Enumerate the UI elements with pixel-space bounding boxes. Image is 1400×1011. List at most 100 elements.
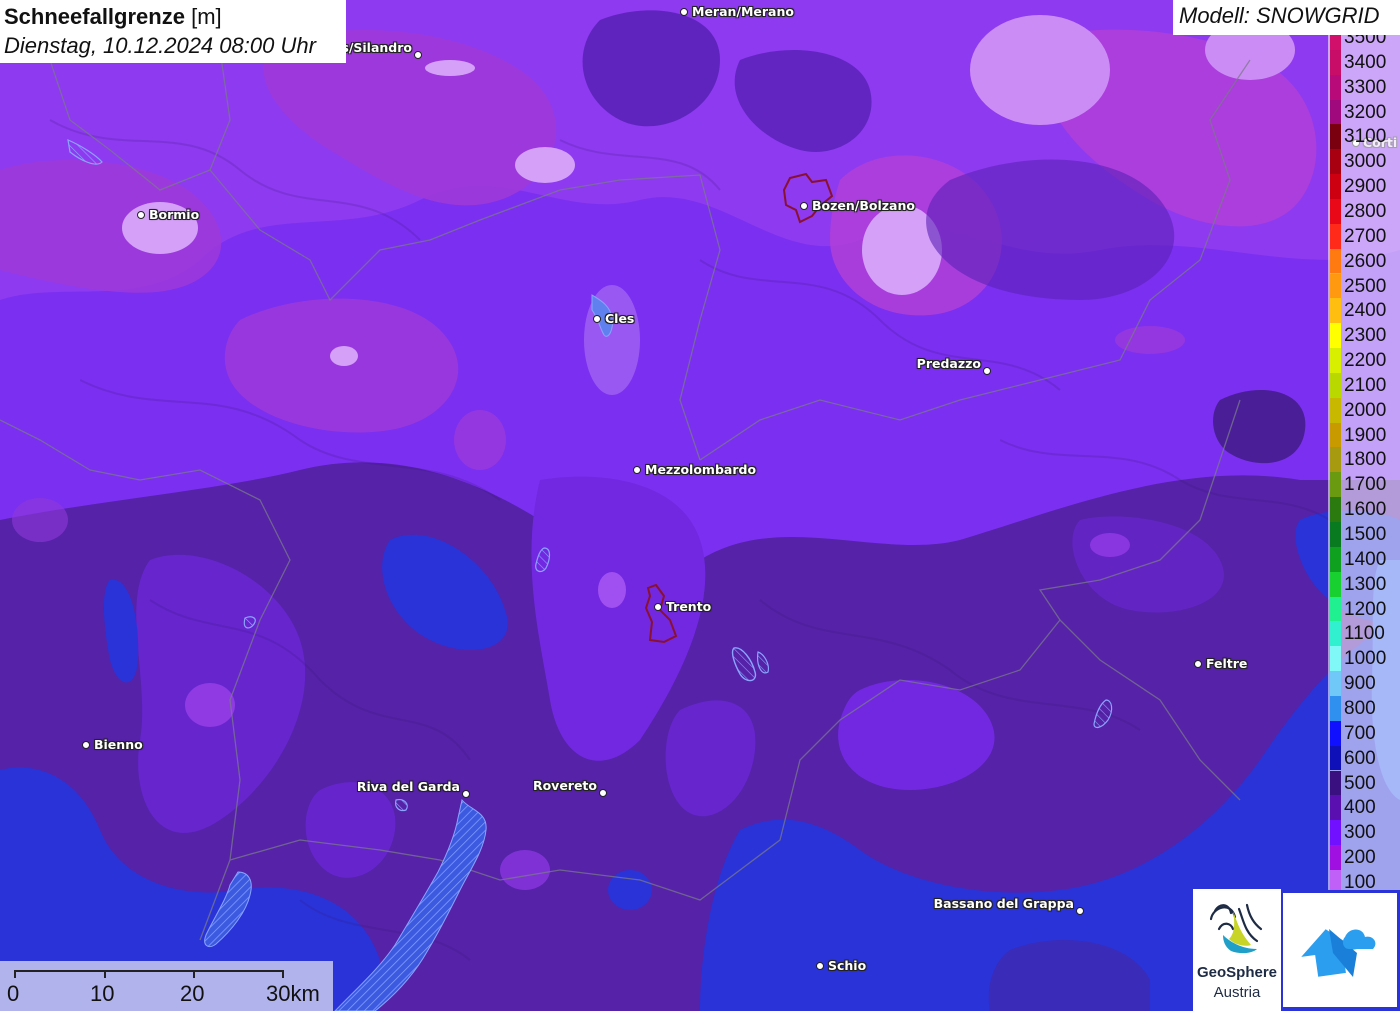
city-marker[interactable] bbox=[982, 366, 991, 375]
color-legend: 3500 3400 3300 3200 3100 3000 2900 2800 2700 2600… bbox=[1328, 35, 1400, 890]
legend-swatch bbox=[1330, 820, 1341, 846]
legend-swatch bbox=[1330, 248, 1341, 274]
legend-item: 2800 bbox=[1328, 198, 1400, 224]
city-marker[interactable] bbox=[679, 7, 688, 16]
legend-label: 2100 bbox=[1344, 374, 1387, 396]
light-zone-8 bbox=[425, 60, 475, 76]
legend-item: 3500 bbox=[1328, 35, 1400, 50]
legend-item: 200 bbox=[1328, 845, 1400, 870]
legend-label: 2700 bbox=[1344, 225, 1387, 247]
city-label: Bormio bbox=[149, 207, 200, 222]
legend-swatch bbox=[1330, 74, 1341, 100]
legend-item: 300 bbox=[1328, 820, 1400, 846]
legend-swatch bbox=[1330, 720, 1341, 746]
legend-item: 1800 bbox=[1328, 447, 1400, 473]
scale-tick bbox=[14, 970, 16, 978]
legend-swatch bbox=[1330, 695, 1341, 721]
legend-label: 1900 bbox=[1344, 424, 1387, 446]
legend-item: 2900 bbox=[1328, 174, 1400, 199]
legend-swatch bbox=[1330, 596, 1341, 622]
legend-label: 2900 bbox=[1344, 176, 1387, 198]
legend-label: 800 bbox=[1344, 697, 1376, 719]
scale-line bbox=[14, 970, 284, 972]
map-view[interactable]: Schneefallgrenze [m] Dienstag, 10.12.202… bbox=[0, 0, 1400, 1011]
light-zone-7 bbox=[330, 346, 358, 366]
city-label: s/Silandro bbox=[341, 40, 412, 55]
legend-item: 2300 bbox=[1328, 323, 1400, 349]
scale-label-20: 20 bbox=[180, 981, 205, 1006]
geosphere-emblem-icon bbox=[1209, 903, 1263, 954]
scale-label-30: 30km bbox=[266, 981, 320, 1006]
legend-label: 3200 bbox=[1344, 101, 1387, 123]
city-marker[interactable] bbox=[1075, 906, 1084, 915]
legend-swatch bbox=[1330, 323, 1341, 349]
city-marker[interactable] bbox=[632, 465, 641, 474]
legend-swatch bbox=[1330, 869, 1341, 890]
city-marker[interactable] bbox=[799, 201, 808, 210]
legend-item: 3300 bbox=[1328, 74, 1400, 100]
city-label: Rovereto bbox=[532, 778, 597, 793]
legend-swatch bbox=[1330, 273, 1341, 299]
app-logo[interactable] bbox=[1283, 893, 1397, 1007]
city-label: Bienno bbox=[94, 737, 143, 752]
variable-unit: [m] bbox=[191, 4, 222, 29]
legend-item: 2600 bbox=[1328, 248, 1400, 274]
snow-cloud-icon bbox=[1301, 929, 1376, 977]
city-marker[interactable] bbox=[136, 210, 145, 219]
city-marker[interactable] bbox=[413, 50, 422, 59]
legend-item: 2400 bbox=[1328, 298, 1400, 324]
legend-label: 2800 bbox=[1344, 200, 1387, 222]
scale-tick bbox=[104, 970, 106, 978]
legend-label: 2000 bbox=[1344, 399, 1387, 421]
scale-tick bbox=[193, 970, 195, 978]
legend-label: 700 bbox=[1344, 722, 1376, 744]
legend-item: 2200 bbox=[1328, 348, 1400, 373]
legend-label: 1400 bbox=[1344, 548, 1387, 570]
legend-swatch bbox=[1330, 745, 1341, 771]
city-label: Predazzo bbox=[916, 356, 981, 371]
legend-swatch bbox=[1330, 174, 1341, 199]
legend-item: 2500 bbox=[1328, 273, 1400, 299]
legend-label: 1000 bbox=[1344, 648, 1387, 670]
legend-item: 3100 bbox=[1328, 124, 1400, 150]
legend-swatch bbox=[1330, 671, 1341, 696]
blue-zone-small bbox=[608, 870, 652, 910]
city-label: Riva del Garda bbox=[356, 779, 460, 794]
legend-swatch bbox=[1330, 422, 1341, 448]
legend-item: 500 bbox=[1328, 770, 1400, 796]
legend-item: 2100 bbox=[1328, 372, 1400, 398]
city-marker[interactable] bbox=[592, 314, 601, 323]
legend-swatch bbox=[1330, 646, 1341, 672]
legend-label: 500 bbox=[1344, 772, 1376, 794]
legend-item: 100 bbox=[1328, 869, 1400, 890]
geosphere-sub: Austria bbox=[1213, 984, 1261, 1001]
legend-item: 3400 bbox=[1328, 49, 1400, 75]
legend-label: 3000 bbox=[1344, 151, 1387, 173]
legend-swatch bbox=[1330, 522, 1341, 547]
legend-item: 1900 bbox=[1328, 422, 1400, 448]
city-marker[interactable] bbox=[81, 740, 90, 749]
legend-swatch bbox=[1330, 149, 1341, 175]
legend-swatch bbox=[1330, 223, 1341, 249]
city-marker[interactable] bbox=[653, 602, 662, 611]
variable-name: Schneefallgrenze bbox=[4, 4, 185, 29]
legend-label: 900 bbox=[1344, 673, 1376, 695]
geosphere-name: GeoSphere bbox=[1196, 964, 1278, 981]
legend-swatch bbox=[1330, 35, 1341, 50]
city-marker[interactable] bbox=[461, 789, 470, 798]
legend-label: 2300 bbox=[1344, 325, 1387, 347]
model-label: Modell: SNOWGRID bbox=[1173, 0, 1400, 35]
city-marker[interactable] bbox=[598, 788, 607, 797]
legend-item: 3000 bbox=[1328, 149, 1400, 175]
legend-swatch bbox=[1330, 770, 1341, 796]
city-label: Bozen/Bolzano bbox=[812, 198, 915, 213]
city-marker[interactable] bbox=[815, 961, 824, 970]
city-marker[interactable] bbox=[1193, 659, 1202, 668]
legend-label: 3500 bbox=[1344, 35, 1387, 48]
scale-tick bbox=[282, 970, 284, 978]
legend-label: 1200 bbox=[1344, 598, 1387, 620]
geosphere-logo[interactable]: GeoSphere Austria bbox=[1193, 889, 1281, 1011]
snowline-map[interactable] bbox=[0, 0, 1400, 1011]
scale-label-0: 0 bbox=[7, 981, 20, 1006]
legend-swatch bbox=[1330, 845, 1341, 870]
